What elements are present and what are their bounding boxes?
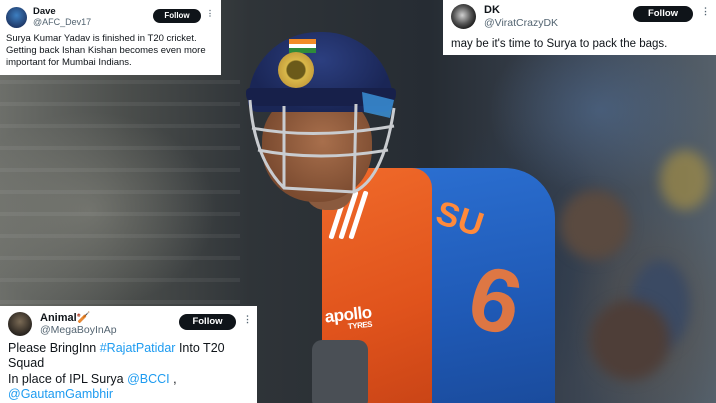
user-handle[interactable]: @AFC_Dev17	[33, 17, 91, 27]
india-flag-icon	[289, 39, 316, 53]
helmet-emblem	[278, 52, 314, 88]
display-name[interactable]: Animal🏏	[40, 311, 90, 324]
avatar[interactable]	[451, 4, 476, 29]
mention-link[interactable]: @BCCI	[127, 372, 170, 386]
more-options-icon[interactable]: ⋮	[206, 9, 214, 18]
avatar[interactable]	[6, 7, 27, 28]
tweet-text: may be it's time to Surya to pack the ba…	[451, 38, 668, 50]
more-options-icon[interactable]: ⋮	[243, 314, 252, 325]
user-handle[interactable]: @MegaBoyInAp	[40, 324, 117, 336]
helmet-grille	[248, 92, 396, 194]
jersey-sponsor-logo: apollo TYRES	[323, 302, 373, 332]
user-handle[interactable]: @ViratCrazyDK	[484, 17, 558, 29]
tweet-text: Please BringInn #RajatPatidar Into T20 S…	[8, 341, 253, 402]
tweet-card: Animal🏏 @MegaBoyInAp Follow ⋮ Please Bri…	[0, 306, 257, 403]
follow-button[interactable]: Follow	[153, 9, 201, 23]
avatar[interactable]	[8, 312, 32, 336]
tweet-text-segment: Please BringInn	[8, 341, 100, 355]
tweet-card: Dave @AFC_Dev17 Follow ⋮ Surya Kumar Yad…	[0, 0, 221, 75]
display-name[interactable]: DK	[484, 4, 500, 16]
tweet-text: Surya Kumar Yadav is finished in T20 cri…	[6, 33, 206, 68]
more-options-icon[interactable]: ⋮	[701, 6, 710, 17]
mention-link[interactable]: @GautamGambhir	[8, 387, 113, 401]
tweet-text-segment: In place of IPL Surya	[8, 371, 128, 386]
tweet-text-segment: ,	[169, 371, 177, 386]
display-name[interactable]: Dave	[33, 6, 56, 17]
tweet-card: DK @ViratCrazyDK Follow ⋮ may be it's ti…	[443, 0, 716, 55]
follow-button[interactable]: Follow	[179, 314, 236, 330]
hashtag-link[interactable]: #RajatPatidar	[100, 341, 176, 355]
follow-button[interactable]: Follow	[633, 6, 693, 22]
player-arm	[312, 340, 368, 403]
